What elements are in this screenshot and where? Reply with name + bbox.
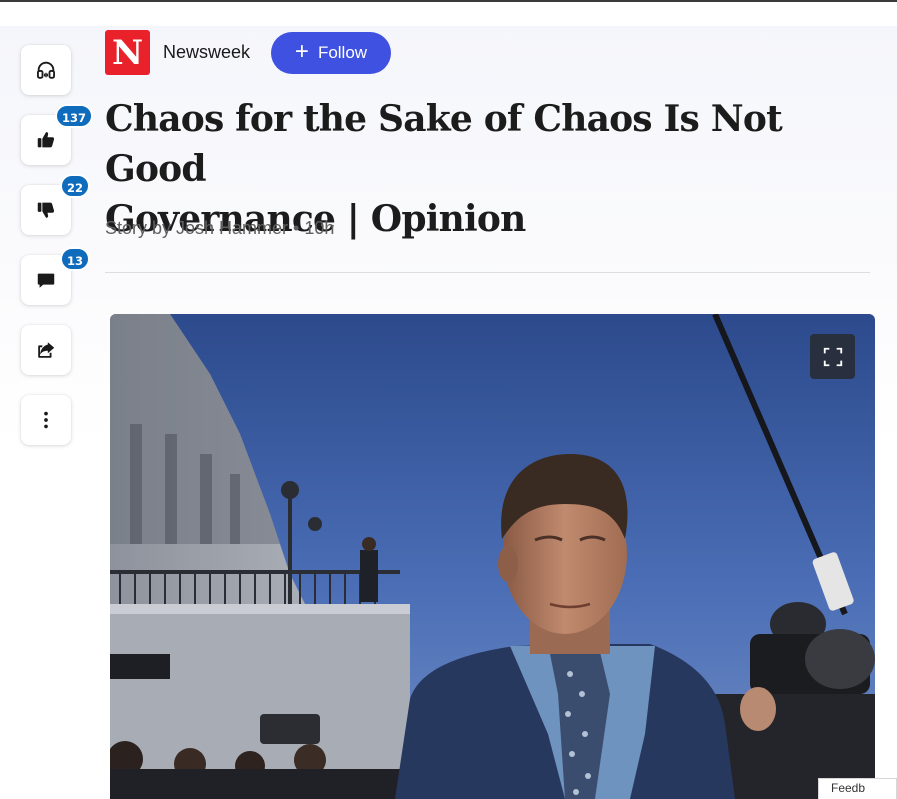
thumbs-down-icon (37, 202, 55, 218)
plus-icon: + (294, 38, 309, 65)
headphones-icon (37, 61, 55, 79)
thumbs-up-icon (37, 132, 55, 148)
more-options-button[interactable] (21, 395, 71, 445)
follow-label: Follow (317, 43, 368, 62)
listen-button[interactable] (21, 45, 71, 95)
window-top-border (0, 0, 897, 2)
feedback-button[interactable]: Feedb (818, 778, 897, 799)
dislike-count-badge: 22 (60, 174, 91, 198)
like-count-badge: 137 (55, 104, 94, 128)
publisher-logo-letter: N (111, 32, 144, 73)
publisher-logo[interactable]: N (105, 30, 150, 75)
article-hero-image[interactable] (110, 314, 875, 799)
article-byline: Story by Josh Hammer • 10h (105, 218, 335, 238)
headline-line-1: Chaos for the Sake of Chaos Is Not Good (105, 98, 783, 190)
share-icon (38, 342, 55, 358)
comment-count-badge: 13 (60, 247, 91, 271)
follow-button[interactable]: + Follow (271, 32, 391, 74)
header-divider (105, 272, 870, 273)
feedback-label: Feedb (831, 781, 866, 795)
fullscreen-icon (823, 347, 842, 366)
more-vertical-icon (44, 411, 48, 429)
fullscreen-button[interactable] (810, 334, 855, 379)
publisher-name[interactable]: Newsweek (163, 42, 250, 63)
share-button[interactable] (21, 325, 71, 375)
comment-icon (37, 273, 55, 288)
